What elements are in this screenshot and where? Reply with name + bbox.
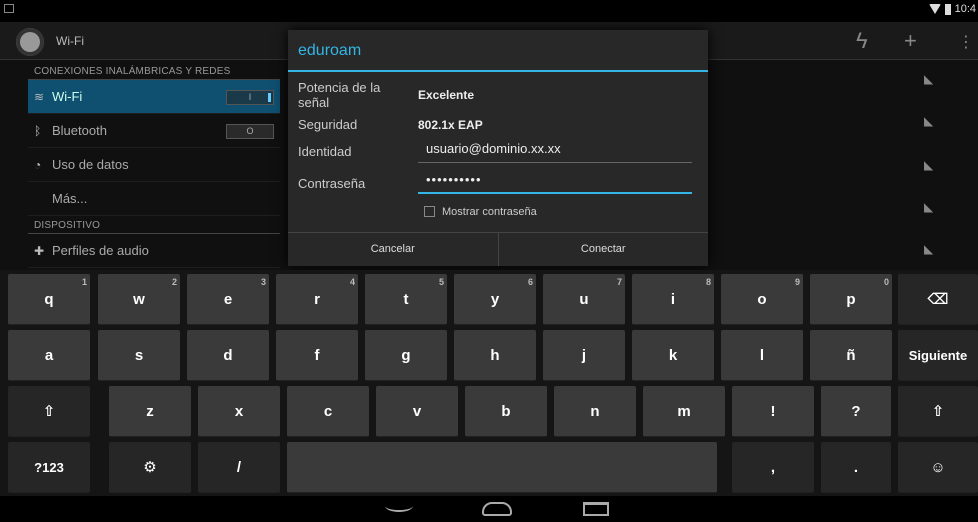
key-question[interactable]: ?: [821, 386, 891, 437]
slash-key[interactable]: /: [198, 442, 280, 493]
key-j[interactable]: j: [543, 330, 625, 381]
wifi-icon: ≋: [34, 89, 45, 104]
action-bar-title: Wi-Fi: [56, 34, 84, 48]
wps-icon[interactable]: ϟ: [856, 28, 868, 54]
settings-item-label: Perfiles de audio: [52, 243, 149, 258]
key-q[interactable]: 1q: [8, 274, 90, 325]
key-x[interactable]: x: [198, 386, 280, 437]
key-y[interactable]: 6y: [454, 274, 536, 325]
settings-item-bluetooth[interactable]: ᛒ Bluetooth O: [28, 114, 280, 148]
section-header-wireless: CONEXIONES INALÁMBRICAS Y REDES: [28, 62, 280, 80]
keyboard-settings-icon: ⚙: [143, 459, 157, 476]
wifi-lock-icon: ◣: [924, 200, 934, 214]
settings-gear-icon[interactable]: [16, 28, 44, 56]
key-u[interactable]: 7u: [543, 274, 625, 325]
key-a[interactable]: a: [8, 330, 90, 381]
settings-item-label: Wi-Fi: [52, 89, 83, 104]
security-label: Seguridad: [298, 117, 358, 132]
shift-key-left[interactable]: ⇧: [8, 386, 90, 437]
key-o[interactable]: 9o: [721, 274, 803, 325]
audio-profile-icon: ✚: [34, 243, 45, 258]
identity-label: Identidad: [298, 144, 352, 159]
password-field[interactable]: ••••••••••: [418, 172, 692, 194]
dialog-title: eduroam: [288, 30, 708, 72]
settings-list: CONEXIONES INALÁMBRICAS Y REDES ≋ Wi-Fi …: [28, 62, 280, 268]
status-icons: 10:4: [928, 3, 976, 15]
cancel-button[interactable]: Cancelar: [288, 233, 498, 266]
key-n-tilde[interactable]: ñ: [810, 330, 892, 381]
settings-item-more[interactable]: Más...: [28, 182, 280, 216]
comma-key[interactable]: ,: [732, 442, 814, 493]
back-icon[interactable]: [385, 500, 413, 512]
key-s[interactable]: s: [98, 330, 180, 381]
key-t[interactable]: 5t: [365, 274, 447, 325]
key-k[interactable]: k: [632, 330, 714, 381]
key-h[interactable]: h: [454, 330, 536, 381]
key-e[interactable]: 3e: [187, 274, 269, 325]
key-v[interactable]: v: [376, 386, 458, 437]
backspace-icon: ⌫: [927, 291, 949, 308]
show-password-label: Mostrar contraseña: [442, 206, 537, 218]
wifi-lock-icon: ◣: [924, 242, 934, 256]
key-exclamation[interactable]: !: [732, 386, 814, 437]
backspace-key[interactable]: ⌫: [898, 274, 978, 325]
signal-value: Excelente: [418, 88, 475, 102]
key-p[interactable]: 0p: [810, 274, 892, 325]
signal-label: Potencia de la señal: [298, 80, 381, 110]
wifi-toggle[interactable]: I: [226, 90, 274, 105]
identity-field[interactable]: usuario@dominio.xx.xx: [418, 141, 692, 163]
recent-apps-icon[interactable]: [583, 502, 609, 516]
space-bar[interactable]: [287, 442, 717, 493]
emoji-key[interactable]: ☺: [898, 442, 978, 493]
key-n[interactable]: n: [554, 386, 636, 437]
key-m[interactable]: m: [643, 386, 725, 437]
section-header-device: DISPOSITIVO: [28, 216, 280, 234]
key-f[interactable]: f: [276, 330, 358, 381]
bluetooth-icon: ᛒ: [34, 123, 42, 138]
add-network-icon[interactable]: +: [904, 28, 917, 54]
settings-item-label: Más...: [52, 191, 88, 206]
notification-icon: [4, 4, 14, 13]
clock: 10:4: [954, 3, 976, 15]
shift-key-right[interactable]: ⇧: [898, 386, 978, 437]
settings-item-data-usage[interactable]: ◔ Uso de datos: [28, 148, 280, 182]
settings-item-label: Bluetooth: [52, 123, 107, 138]
emoji-icon: ☺: [930, 459, 946, 476]
keyboard-settings-key[interactable]: ⚙: [109, 442, 191, 493]
bluetooth-toggle[interactable]: O: [226, 124, 274, 139]
settings-item-audio-profiles[interactable]: ✚ Perfiles de audio: [28, 234, 280, 268]
symbols-key[interactable]: ?123: [8, 442, 90, 493]
key-g[interactable]: g: [365, 330, 447, 381]
wifi-signal-icon: [928, 4, 941, 14]
key-w[interactable]: 2w: [98, 274, 180, 325]
period-key[interactable]: .: [821, 442, 891, 493]
wifi-connect-dialog: eduroam Potencia de la señal Excelente S…: [288, 30, 708, 266]
show-password-checkbox[interactable]: [424, 206, 435, 217]
key-z[interactable]: z: [109, 386, 191, 437]
key-i[interactable]: 8i: [632, 274, 714, 325]
connect-button[interactable]: Conectar: [497, 233, 709, 266]
battery-icon: [944, 3, 951, 15]
password-label: Contraseña: [298, 176, 366, 191]
wifi-lock-icon: ◣: [924, 114, 934, 128]
security-value: 802.1x EAP: [418, 118, 483, 132]
settings-item-label: Uso de datos: [52, 157, 129, 172]
settings-item-wifi[interactable]: ≋ Wi-Fi I: [28, 80, 280, 114]
overflow-menu-icon[interactable]: ⋮: [958, 32, 974, 52]
soft-keyboard: 1q 2w 3e 4r 5t 6y 7u 8i 9o 0p ⌫ a s d f …: [0, 270, 978, 496]
dialog-button-bar: Cancelar Conectar: [288, 232, 708, 266]
key-r[interactable]: 4r: [276, 274, 358, 325]
key-l[interactable]: l: [721, 330, 803, 381]
data-usage-icon: ◔: [34, 157, 42, 172]
wifi-lock-icon: ◣: [924, 72, 934, 86]
key-d[interactable]: d: [187, 330, 269, 381]
key-c[interactable]: c: [287, 386, 369, 437]
home-icon[interactable]: [482, 502, 512, 516]
next-key[interactable]: Siguiente: [898, 330, 978, 381]
status-bar: 10:4: [0, 0, 978, 22]
key-b[interactable]: b: [465, 386, 547, 437]
wifi-lock-icon: ◣: [924, 158, 934, 172]
navigation-bar: [0, 496, 978, 522]
